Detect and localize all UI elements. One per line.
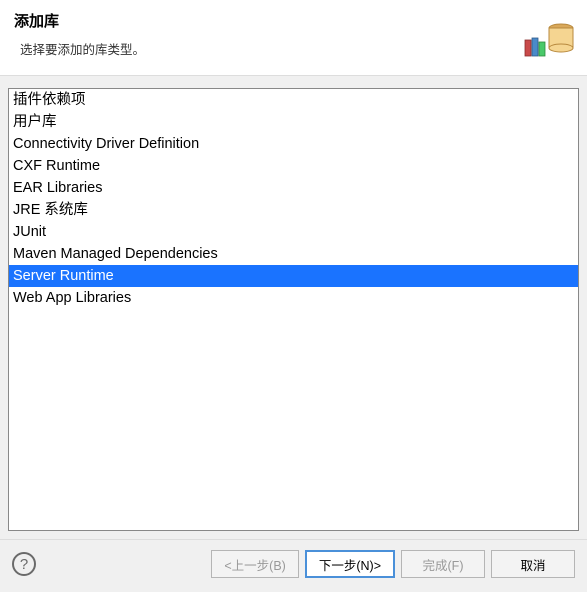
dialog-title: 添加库 bbox=[14, 10, 573, 31]
list-item[interactable]: Server Runtime bbox=[9, 265, 578, 287]
cancel-button[interactable]: 取消 bbox=[491, 550, 575, 578]
finish-button[interactable]: 完成(F) bbox=[401, 550, 485, 578]
list-item[interactable]: JUnit bbox=[9, 221, 578, 243]
back-button[interactable]: <上一步(B) bbox=[211, 550, 298, 578]
dialog-content: 插件依赖项用户库Connectivity Driver DefinitionCX… bbox=[0, 76, 587, 539]
dialog-subtitle: 选择要添加的库类型。 bbox=[20, 39, 573, 58]
list-item[interactable]: Connectivity Driver Definition bbox=[9, 133, 578, 155]
list-item[interactable]: Maven Managed Dependencies bbox=[9, 243, 578, 265]
next-button[interactable]: 下一步(N)> bbox=[305, 550, 395, 578]
library-type-listbox[interactable]: 插件依赖项用户库Connectivity Driver DefinitionCX… bbox=[8, 88, 579, 531]
dialog-header: 添加库 选择要添加的库类型。 bbox=[0, 0, 587, 76]
list-item[interactable]: JRE 系统库 bbox=[9, 199, 578, 221]
dialog-footer: ? <上一步(B) 下一步(N)> 完成(F) 取消 bbox=[0, 539, 587, 592]
help-icon[interactable]: ? bbox=[12, 552, 36, 576]
help-label: ? bbox=[20, 556, 28, 573]
list-item[interactable]: 用户库 bbox=[9, 111, 578, 133]
list-item[interactable]: 插件依赖项 bbox=[9, 89, 578, 111]
list-item[interactable]: Web App Libraries bbox=[9, 287, 578, 309]
list-item[interactable]: CXF Runtime bbox=[9, 155, 578, 177]
library-icon bbox=[521, 10, 575, 60]
list-item[interactable]: EAR Libraries bbox=[9, 177, 578, 199]
